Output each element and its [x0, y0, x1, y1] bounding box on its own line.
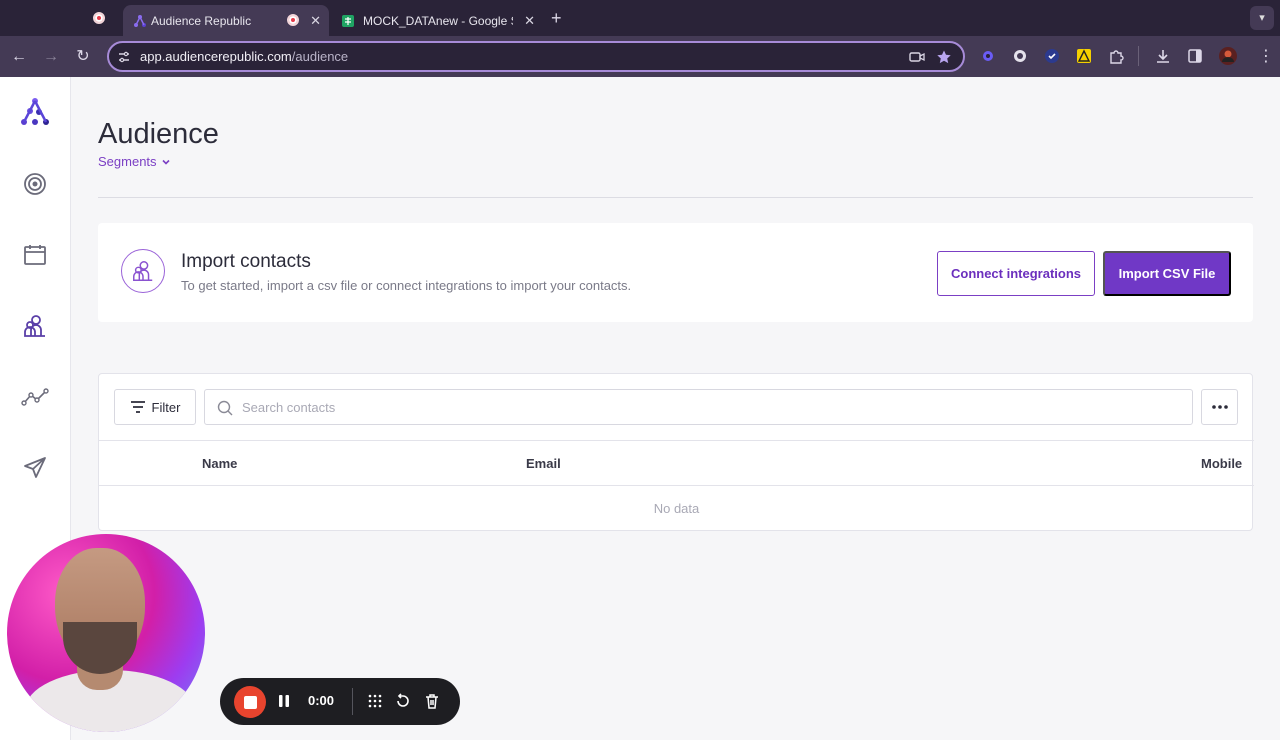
drag-handle-icon[interactable]: [365, 691, 385, 711]
recording-controls: 0:00: [220, 678, 460, 725]
search-box: [204, 389, 1193, 425]
url-host: app.audiencerepublic.com: [140, 49, 292, 64]
close-tab-icon[interactable]: ✕: [310, 13, 321, 29]
import-contacts-icon: [121, 249, 165, 293]
target-icon[interactable]: [20, 169, 50, 199]
url-text: app.audiencerepublic.com/audience: [140, 49, 348, 64]
import-contacts-card: Import contacts To get started, import a…: [98, 223, 1253, 322]
webcam-bubble[interactable]: [7, 534, 205, 732]
audience-icon[interactable]: [20, 311, 50, 341]
tab-list-chevron-icon[interactable]: ▾: [1250, 6, 1274, 30]
audience-republic-favicon-icon: [134, 14, 146, 27]
search-icon: [217, 400, 233, 416]
site-settings-icon[interactable]: [117, 50, 131, 64]
pause-icon[interactable]: [274, 691, 294, 711]
browser-tab-bar: Audience Republic ✕ MOCK_DATAnew - Googl…: [0, 0, 1280, 36]
tab-recording-icon: [287, 14, 299, 26]
page-title: Audience: [98, 118, 219, 150]
chevron-down-icon: [161, 159, 170, 165]
empty-state-text: No data: [653, 501, 700, 516]
back-arrow-icon[interactable]: ←: [8, 46, 30, 68]
recording-indicator-icon: [93, 12, 105, 24]
filter-icon: [130, 401, 145, 413]
bookmark-star-icon[interactable]: [936, 49, 952, 65]
toolbar-divider: [1138, 46, 1139, 66]
segments-label: Segments: [98, 154, 157, 169]
more-options-button[interactable]: [1201, 389, 1238, 425]
recording-divider: [352, 688, 353, 715]
filter-label: Filter: [151, 399, 181, 415]
tab-title: Audience Republic: [151, 13, 252, 28]
tab-title: MOCK_DATAnew - Google Sh: [363, 13, 513, 28]
browser-toolbar: ← → ↻ app.audiencerepublic.com/audience …: [0, 36, 1280, 77]
stop-recording-button[interactable]: [234, 686, 266, 718]
download-icon[interactable]: [1153, 46, 1173, 66]
filter-button[interactable]: Filter: [114, 389, 196, 425]
profile-avatar-icon[interactable]: [1218, 46, 1238, 66]
segments-dropdown[interactable]: Segments: [98, 154, 171, 169]
tab-google-sheets[interactable]: MOCK_DATAnew - Google Sh ✕: [333, 5, 543, 36]
import-subtitle: To get started, import a csv file or con…: [181, 278, 632, 293]
warning-icon[interactable]: [1074, 46, 1094, 66]
search-input[interactable]: [242, 398, 1142, 416]
header-divider: [98, 197, 1253, 198]
puzzle-icon[interactable]: [1106, 46, 1126, 66]
contacts-table-card: Filter Name Email Mobile No data: [98, 373, 1254, 531]
url-path: /audience: [291, 49, 349, 64]
send-icon[interactable]: [20, 453, 50, 483]
camera-icon[interactable]: [909, 50, 925, 64]
tab-audience-republic[interactable]: Audience Republic ✕: [123, 5, 329, 36]
tab-search-icon[interactable]: [1010, 46, 1030, 66]
main-content: Audience Segments Import contacts To get…: [71, 77, 1280, 740]
forward-arrow-icon[interactable]: →: [40, 46, 62, 68]
address-bar[interactable]: app.audiencerepublic.com/audience: [107, 41, 965, 72]
check-icon[interactable]: [1042, 46, 1062, 66]
stop-icon: [243, 695, 257, 709]
webcam-person-beard: [63, 622, 137, 674]
new-tab-button[interactable]: +: [551, 8, 562, 29]
sidepanel-icon[interactable]: [1185, 46, 1205, 66]
column-header-email[interactable]: Email: [526, 456, 561, 471]
delete-icon[interactable]: [422, 691, 442, 711]
connect-integrations-button[interactable]: Connect integrations: [937, 251, 1095, 296]
more-dots-icon: [1211, 405, 1228, 409]
import-title: Import contacts: [181, 251, 311, 272]
table-header: Name Email Mobile: [99, 440, 1254, 486]
restart-icon[interactable]: [393, 691, 413, 711]
calendar-icon[interactable]: [20, 240, 50, 270]
column-header-mobile[interactable]: Mobile: [1201, 456, 1242, 471]
menu-dots-icon[interactable]: ⋮: [1256, 46, 1276, 66]
google-sheets-favicon-icon: [342, 14, 354, 27]
logo-icon[interactable]: [20, 97, 50, 127]
import-csv-button[interactable]: Import CSV File: [1103, 251, 1231, 296]
extension-icon[interactable]: [978, 46, 998, 66]
reload-icon[interactable]: ↻: [72, 46, 94, 68]
analytics-icon[interactable]: [20, 382, 50, 412]
column-header-name[interactable]: Name: [202, 456, 237, 471]
close-tab-icon[interactable]: ✕: [524, 13, 535, 29]
recording-timer: 0:00: [308, 693, 335, 708]
